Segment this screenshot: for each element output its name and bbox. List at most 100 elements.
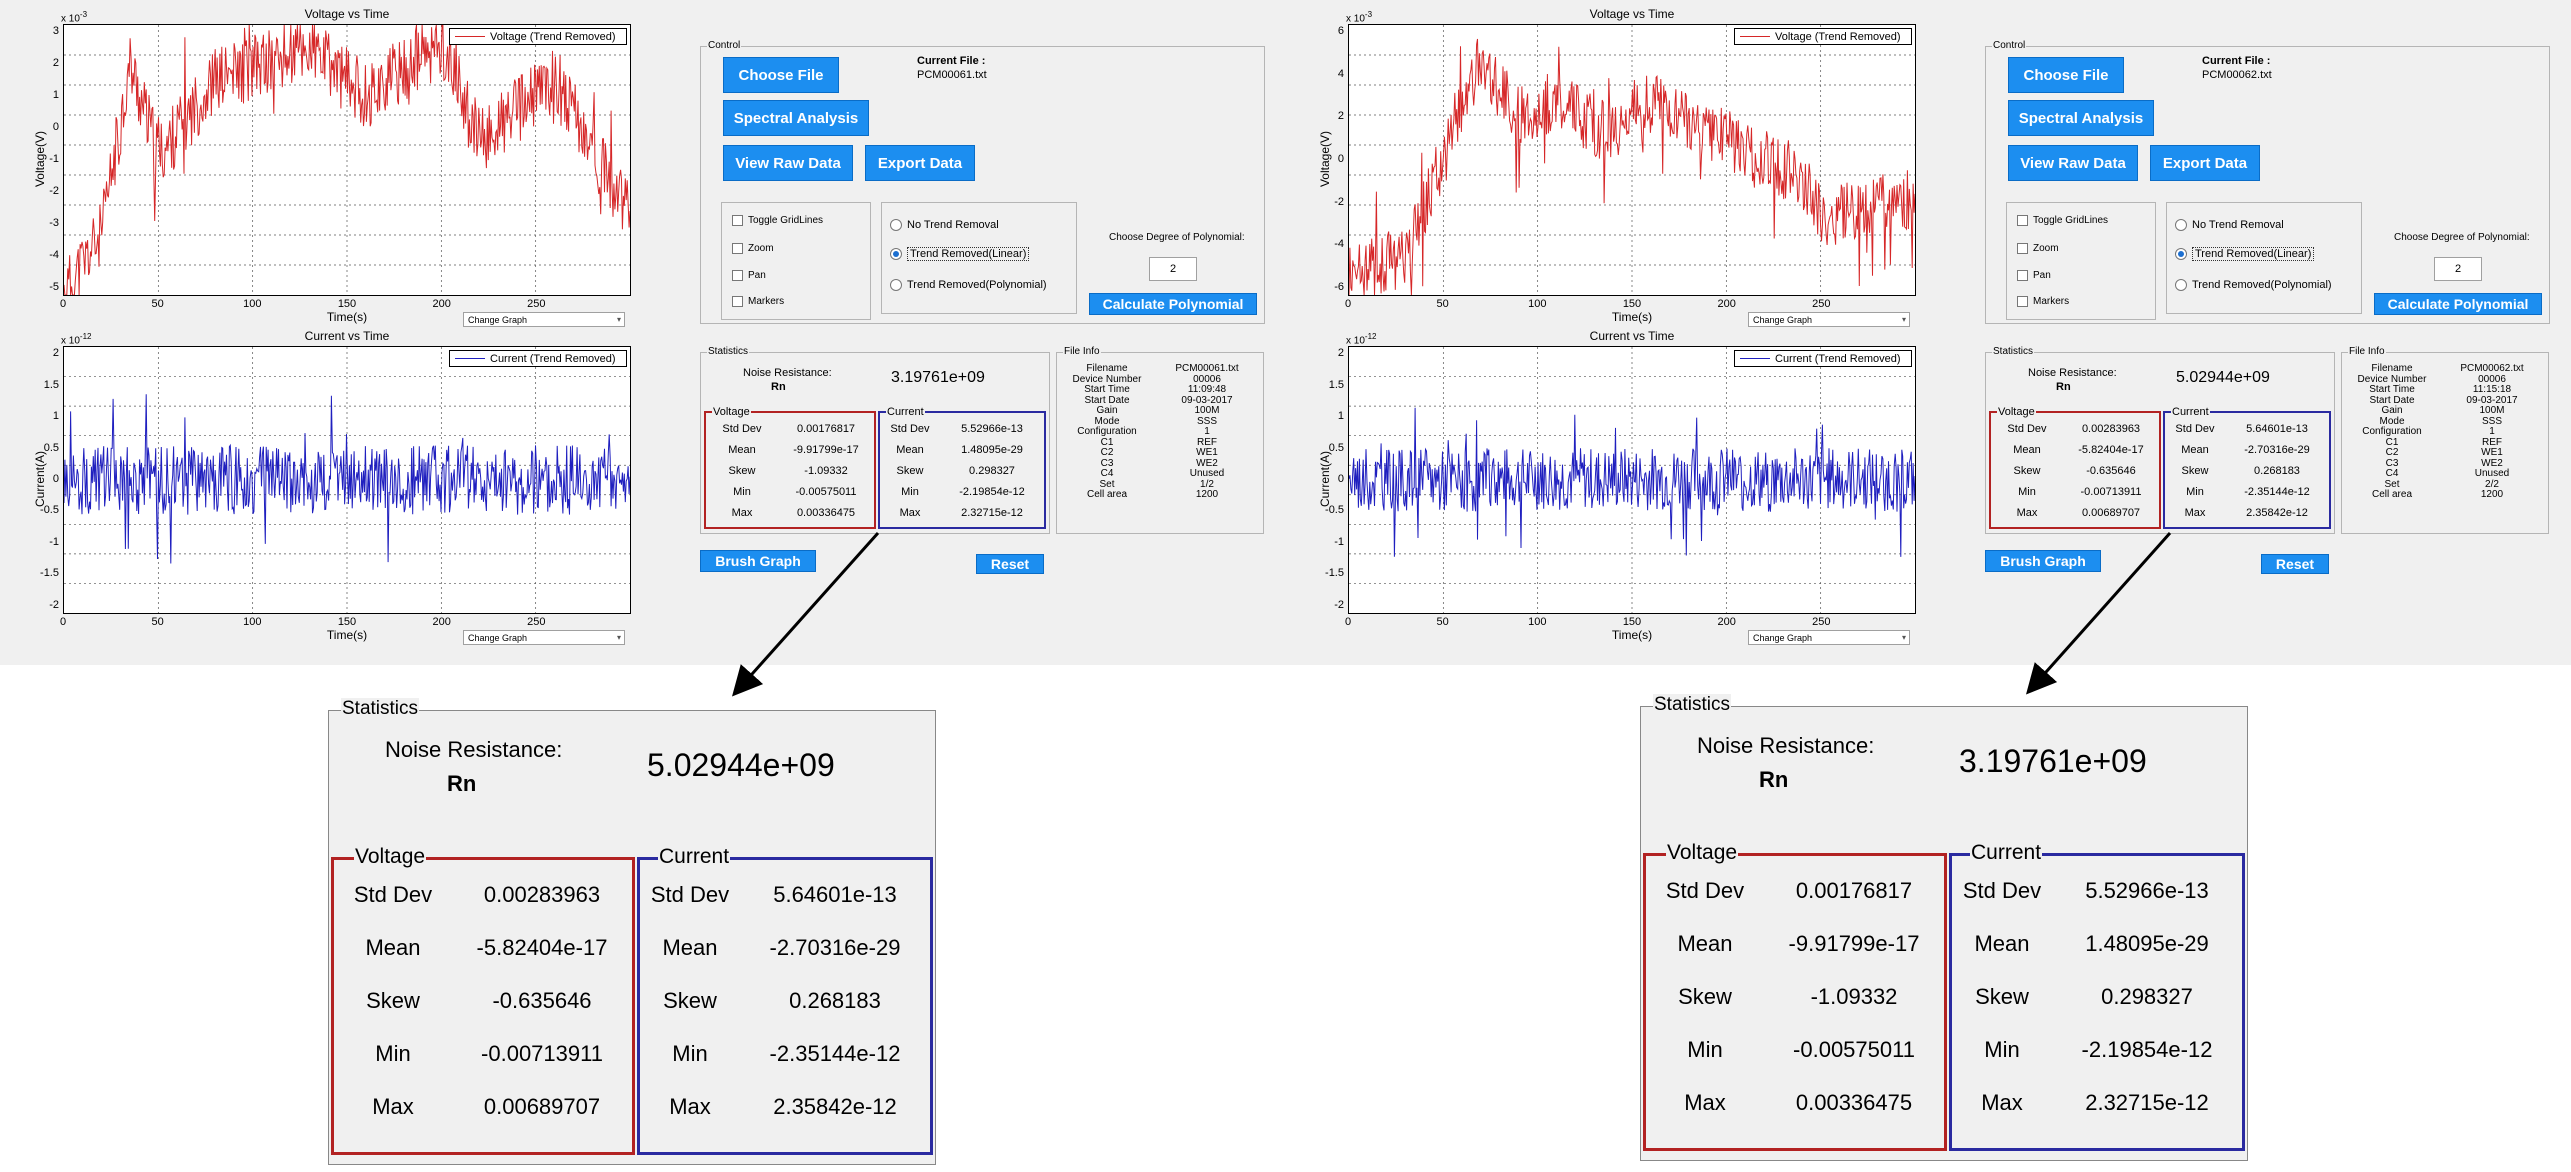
voltage-chart-plot[interactable] <box>63 24 631 296</box>
no-trend-radio[interactable]: No Trend Removal <box>2175 219 2284 231</box>
current-chart-plot[interactable] <box>1348 346 1916 614</box>
file-info-key: Start Date <box>2369 394 2415 406</box>
reset-button[interactable]: Reset <box>976 554 1044 574</box>
zoom-stat-key: Skew <box>1975 984 2029 1009</box>
zoom-checkbox-box[interactable] <box>2017 243 2028 254</box>
current_chart-exp-base: x 10 <box>61 335 80 347</box>
file-info-value: 00006 <box>2478 373 2506 385</box>
current_chart-ytick: 1.5 <box>1328 378 1344 391</box>
reset-button[interactable]: Reset <box>2261 554 2329 574</box>
file-info-row: Filename PCM00062.txt <box>2342 363 2550 374</box>
zoom-current-row: Min -2.35144e-12 <box>640 1041 930 1067</box>
voltage_chart-change-graph-select[interactable]: Change Graph ▾ <box>1748 312 1910 327</box>
stat-key: Min <box>733 486 751 498</box>
stat-value: 0.00336475 <box>796 507 856 519</box>
no-trend-radio[interactable]: No Trend Removal <box>890 219 999 231</box>
current_chart-legend: Current (Trend Removed) <box>1734 350 1912 367</box>
spectral-analysis-button[interactable]: Spectral Analysis <box>2008 100 2154 136</box>
file-info-row: Gain 100M <box>1057 405 1265 416</box>
current_chart-xtick: 250 <box>527 616 546 628</box>
file-info-title: File Info <box>2348 346 2386 357</box>
stat-key: Mean <box>896 444 924 456</box>
pan-checkbox[interactable]: Pan <box>2017 270 2051 281</box>
zoom-voltage-row: Skew -0.635646 <box>334 988 632 1014</box>
stat-key: Mean <box>2013 444 2041 456</box>
zoom-voltage-title: Voltage <box>1666 841 1739 865</box>
current-stat-row: Std Dev 5.64601e-13 <box>2165 423 2329 435</box>
brush-graph-button[interactable]: Brush Graph <box>700 550 816 572</box>
zoom-current-title: Current <box>658 845 731 869</box>
degree-input[interactable]: 2 <box>2434 257 2482 281</box>
view-raw-data-button[interactable]: View Raw Data <box>2008 145 2138 181</box>
file-info-row: C1 REF <box>2342 437 2550 448</box>
toggle-gridlines-checkbox[interactable]: Toggle GridLines <box>732 215 823 226</box>
app-left: Voltage vs Time x 10-3 Voltage(V) Time(s) 3 2… <box>0 0 1290 665</box>
trend-poly-radio-dot[interactable] <box>2175 279 2187 291</box>
brush-graph-button[interactable]: Brush Graph <box>1985 550 2101 572</box>
zoom-checkbox[interactable]: Zoom <box>2017 243 2059 254</box>
current_chart-ytick: 2 <box>1337 347 1344 360</box>
markers-checkbox-box[interactable] <box>2017 296 2028 307</box>
voltage-stat-row: Mean -9.91799e-17 <box>706 444 874 456</box>
no-trend-radio-dot[interactable] <box>890 219 902 231</box>
file-info-value: 09-03-2017 <box>2466 394 2518 406</box>
voltage-chart-plot[interactable] <box>1348 24 1916 296</box>
voltage-stats-title: Voltage <box>1997 406 2036 418</box>
trend-poly-radio[interactable]: Trend Removed(Polynomial) <box>2175 279 2332 291</box>
pan-checkbox-box[interactable] <box>2017 270 2028 281</box>
zoom-checkbox-box[interactable] <box>732 243 743 254</box>
choose-file-button[interactable]: Choose File <box>723 57 839 93</box>
trend-linear-radio-dot[interactable] <box>2175 248 2187 260</box>
trend-linear-radio[interactable]: Trend Removed(Linear) <box>890 247 1030 261</box>
current-chart-plot[interactable] <box>63 346 631 614</box>
toggle-gridlines-checkbox-box[interactable] <box>2017 215 2028 226</box>
zoom-stat-key: Std Dev <box>1665 878 1745 903</box>
zoom-stat-value: 0.00336475 <box>1795 1090 1913 1115</box>
markers-checkbox[interactable]: Markers <box>732 296 784 307</box>
pan-checkbox-box[interactable] <box>732 270 743 281</box>
trend-linear-radio[interactable]: Trend Removed(Linear) <box>2175 247 2315 261</box>
current_chart-ytick: 1 <box>52 410 59 423</box>
zoom-stat-value: 0.00176817 <box>1795 878 1913 903</box>
toggle-gridlines-checkbox-box[interactable] <box>732 215 743 226</box>
file-info-key: Filename <box>1086 363 1128 374</box>
choose-file-button[interactable]: Choose File <box>2008 57 2124 93</box>
pan-checkbox-label: Pan <box>2033 270 2051 281</box>
zoom-statistics-title: Statistics <box>341 698 420 720</box>
trend-poly-radio[interactable]: Trend Removed(Polynomial) <box>890 279 1047 291</box>
file-info-value: 11:09:48 <box>1187 384 1227 395</box>
stat-key: Std Dev <box>890 423 930 435</box>
zoom-checkbox[interactable]: Zoom <box>732 243 774 254</box>
degree-input[interactable]: 2 <box>1149 257 1197 281</box>
markers-checkbox[interactable]: Markers <box>2017 296 2069 307</box>
current-stat-row: Max 2.32715e-12 <box>880 507 1044 519</box>
pan-checkbox[interactable]: Pan <box>732 270 766 281</box>
zoom-rn-label: Rn <box>447 771 477 796</box>
current-stat-row: Min -2.35144e-12 <box>2165 486 2329 498</box>
zoom-current-row: Min -2.19854e-12 <box>1952 1037 2242 1063</box>
no-trend-radio-dot[interactable] <box>2175 219 2187 231</box>
voltage_chart-ytick: 0 <box>1337 153 1344 165</box>
file-info-row: Start Date 09-03-2017 <box>1057 395 1265 406</box>
zoom-current-title: Current <box>1970 841 2043 865</box>
export-data-button[interactable]: Export Data <box>865 145 975 181</box>
spectral-analysis-button[interactable]: Spectral Analysis <box>723 100 869 136</box>
trend-poly-radio-dot[interactable] <box>890 279 902 291</box>
zoom-right-statistics: Statistics Noise Resistance: Rn 3.19761e+09… <box>1640 694 2248 1161</box>
toggle-gridlines-checkbox[interactable]: Toggle GridLines <box>2017 215 2108 226</box>
calculate-polynomial-button[interactable]: Calculate Polynomial <box>1089 293 1257 315</box>
current_chart-xtick: 0 <box>1344 616 1352 628</box>
trend-linear-radio-dot[interactable] <box>890 248 902 260</box>
voltage_chart-change-graph-select[interactable]: Change Graph ▾ <box>463 312 625 327</box>
calculate-polynomial-button[interactable]: Calculate Polynomial <box>2374 293 2542 315</box>
current_chart-change-graph-select[interactable]: Change Graph ▾ <box>463 630 625 645</box>
markers-checkbox-box[interactable] <box>732 296 743 307</box>
export-data-button[interactable]: Export Data <box>2150 145 2260 181</box>
file-info-row: C4 Unused <box>1057 468 1265 479</box>
current_chart-ytick: -0.5 <box>1325 504 1344 517</box>
zoom-stat-value: 0.00283963 <box>483 882 601 907</box>
view-raw-data-button[interactable]: View Raw Data <box>723 145 853 181</box>
file-info-key: Configuration <box>1077 426 1137 437</box>
stat-value: 0.00689707 <box>2081 507 2141 519</box>
current_chart-change-graph-select[interactable]: Change Graph ▾ <box>1748 630 1910 645</box>
